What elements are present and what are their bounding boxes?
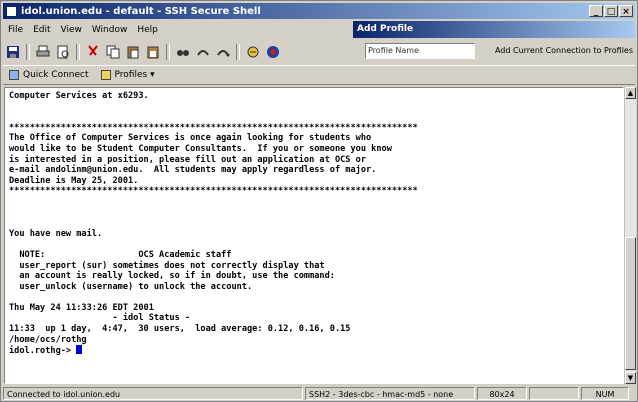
status-bar: Connected to idol.union.edu SSH2 - 3des-… xyxy=(3,386,635,401)
folder-icon xyxy=(100,70,111,80)
scroll-up-icon[interactable]: ▲ xyxy=(625,87,636,99)
close-button[interactable]: × xyxy=(619,5,633,17)
terminal-lines: Computer Services at x6293. ************… xyxy=(9,91,418,345)
find-icon[interactable] xyxy=(174,43,192,61)
copy-icon[interactable] xyxy=(104,43,122,61)
app-icon xyxy=(6,5,17,17)
add-profile-header: Add Profile xyxy=(353,21,635,38)
add-current-connection-button[interactable]: Add Current Connection to Profiles xyxy=(479,43,635,59)
profiles-button[interactable]: Profiles ▾ xyxy=(95,67,161,83)
maximize-button[interactable]: □ xyxy=(604,5,618,17)
vertical-scrollbar[interactable]: ▲ ▼ xyxy=(624,87,636,384)
minimize-button[interactable]: _ xyxy=(589,5,603,17)
quick-connect-icon xyxy=(9,70,19,80)
settings-icon[interactable] xyxy=(194,43,212,61)
print-preview-icon[interactable] xyxy=(54,43,72,61)
text-cursor xyxy=(76,345,83,355)
status-spacer xyxy=(529,387,579,400)
scroll-thumb[interactable] xyxy=(625,237,636,370)
save-icon[interactable] xyxy=(4,43,22,61)
menu-help[interactable]: Help xyxy=(132,25,163,35)
quick-connect-bar: Quick Connect Profiles ▾ xyxy=(3,65,635,85)
status-cipher: SSH2 - 3des-cbc - hmac-md5 - none xyxy=(305,387,475,400)
terminal-area[interactable]: Computer Services at x6293. ************… xyxy=(4,87,624,384)
menu-bar: File Edit View Window Help xyxy=(3,21,163,39)
status-num: NUM xyxy=(581,387,629,400)
profile-name-input[interactable]: Profile Name xyxy=(365,43,475,59)
scroll-down-icon[interactable]: ▼ xyxy=(625,372,636,384)
status-connection: Connected to idol.union.edu xyxy=(3,387,303,400)
terminal-prompt: idol.rothg-> xyxy=(9,346,77,357)
print-icon[interactable] xyxy=(34,43,52,61)
cut-icon[interactable] xyxy=(84,43,102,61)
window-title: idol.union.edu - default - SSH Secure Sh… xyxy=(21,5,261,17)
status-size: 80x24 xyxy=(477,387,527,400)
profiles-label: Profiles ▾ xyxy=(114,70,155,80)
quick-connect-button[interactable]: Quick Connect xyxy=(3,67,95,83)
key-icon[interactable] xyxy=(214,43,232,61)
ssh-window: idol.union.edu - default - SSH Secure Sh… xyxy=(0,0,638,402)
paste-icon[interactable] xyxy=(124,43,142,61)
paste-special-icon[interactable] xyxy=(144,43,162,61)
menu-view[interactable]: View xyxy=(56,25,87,35)
menu-window[interactable]: Window xyxy=(87,25,133,35)
title-bar[interactable]: idol.union.edu - default - SSH Secure Sh… xyxy=(3,3,635,19)
help-icon[interactable] xyxy=(264,43,282,61)
menu-file[interactable]: File xyxy=(3,25,28,35)
file-transfer-icon[interactable] xyxy=(244,43,262,61)
quick-connect-label: Quick Connect xyxy=(23,70,89,80)
terminal-output: Computer Services at x6293. ************… xyxy=(5,88,623,360)
menu-edit[interactable]: Edit xyxy=(28,25,55,35)
